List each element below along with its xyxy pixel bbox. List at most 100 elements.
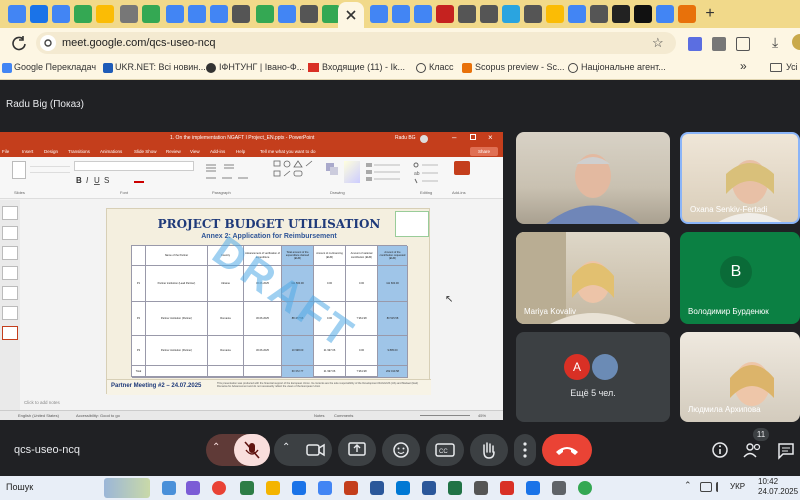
- tell-me-search[interactable]: Tell me what you want to do: [260, 149, 316, 154]
- tab-favicon-icon[interactable]: [502, 5, 520, 23]
- tab-favicon-icon[interactable]: [256, 5, 274, 23]
- tab-insert[interactable]: Insert: [22, 149, 33, 154]
- app-icon[interactable]: [186, 481, 200, 495]
- bookmark-item[interactable]: Входящие (11) - Ik...: [322, 62, 405, 72]
- minimize-icon[interactable]: –: [452, 133, 456, 142]
- slide-canvas[interactable]: PROJECT BUDGET UTILISATION Annex 2: Appl…: [106, 208, 431, 395]
- task-view-icon[interactable]: [162, 481, 176, 495]
- tab-design[interactable]: Design: [44, 149, 58, 154]
- app-icon[interactable]: [500, 481, 514, 495]
- other-bookmarks[interactable]: Усі: [786, 62, 798, 72]
- bookmark-item[interactable]: Національне агент...: [581, 62, 666, 72]
- maximize-icon[interactable]: [470, 134, 476, 140]
- camera-toggle-button[interactable]: [298, 434, 332, 466]
- editing-find-replace-select[interactable]: ab: [412, 161, 442, 185]
- slide-thumbnail[interactable]: [2, 266, 18, 280]
- new-tab-icon[interactable]: +: [700, 4, 720, 24]
- add-ins-icon[interactable]: [454, 161, 470, 175]
- file-explorer-icon[interactable]: [266, 481, 280, 495]
- close-tab-icon[interactable]: [338, 2, 364, 28]
- tab-favicon-icon[interactable]: [300, 5, 318, 23]
- tab-favicon-icon[interactable]: [656, 5, 674, 23]
- chrome-icon[interactable]: [212, 481, 226, 495]
- quick-styles-icon[interactable]: [344, 161, 360, 183]
- slide-thumbnail[interactable]: [2, 206, 18, 220]
- people-button[interactable]: [742, 440, 764, 460]
- tab-favicon-icon[interactable]: [166, 5, 184, 23]
- slide-thumbnail[interactable]: [2, 306, 18, 320]
- shared-screen[interactable]: 1. On the implementation NGAFT I Project…: [0, 132, 503, 420]
- shape-format-options[interactable]: [364, 161, 404, 185]
- network-icon[interactable]: [700, 482, 712, 492]
- app-icon[interactable]: [578, 481, 592, 495]
- comments-toggle[interactable]: Comments: [334, 413, 353, 418]
- app-icon[interactable]: [240, 481, 254, 495]
- slide-layout-options[interactable]: [30, 161, 70, 187]
- zoom-slider[interactable]: [420, 415, 470, 416]
- tab-review[interactable]: Review: [166, 149, 181, 154]
- more-participants-tile[interactable]: A Ещё 5 чел.: [516, 332, 670, 422]
- extension-icon[interactable]: [688, 37, 702, 51]
- tab-favicon-icon[interactable]: [458, 5, 476, 23]
- keyboard-language[interactable]: УКР: [730, 482, 745, 491]
- tab-view[interactable]: View: [190, 149, 200, 154]
- tab-favicon-icon[interactable]: [120, 5, 138, 23]
- reactions-button[interactable]: [382, 434, 420, 466]
- app-icon[interactable]: [552, 481, 566, 495]
- word-icon[interactable]: [422, 481, 436, 495]
- tab-favicon-icon[interactable]: [480, 5, 498, 23]
- extension-icon[interactable]: [712, 37, 726, 51]
- clock-time[interactable]: 10:42: [758, 477, 778, 486]
- paragraph-buttons[interactable]: [204, 161, 268, 185]
- tab-add-ins[interactable]: Add-ins: [210, 149, 225, 154]
- tab-favicon-icon[interactable]: [370, 5, 388, 23]
- tab-favicon-icon[interactable]: [634, 5, 652, 23]
- bookmark-item[interactable]: UKR.NET: Всі новин...: [115, 62, 206, 72]
- excel-icon[interactable]: [448, 481, 462, 495]
- shapes-gallery[interactable]: [272, 159, 320, 189]
- tab-favicon-icon[interactable]: [546, 5, 564, 23]
- tab-favicon-icon[interactable]: [436, 5, 454, 23]
- slide-thumbnails-pane[interactable]: [0, 200, 20, 410]
- mic-toggle-button[interactable]: [234, 434, 270, 466]
- extensions-puzzle-icon[interactable]: [736, 37, 750, 51]
- tab-help[interactable]: Help: [236, 149, 245, 154]
- slide-thumbnail-active[interactable]: [2, 326, 18, 340]
- bookmark-item[interactable]: ІФНТУНГ | Івано-Ф...: [219, 62, 304, 72]
- tab-favicon-icon[interactable]: [142, 5, 160, 23]
- bookmark-item[interactable]: Scopus preview - Sc...: [475, 62, 565, 72]
- participant-tile[interactable]: Людмила Архипова: [680, 332, 800, 422]
- mic-options-chevron-icon[interactable]: ⌃: [212, 442, 220, 453]
- tab-favicon-icon[interactable]: [74, 5, 92, 23]
- tab-favicon-icon[interactable]: [524, 5, 542, 23]
- tab-favicon-icon[interactable]: [612, 5, 630, 23]
- bookmark-star-icon[interactable]: ☆: [652, 35, 664, 51]
- tab-favicon-icon[interactable]: [414, 5, 432, 23]
- site-info-icon[interactable]: [40, 35, 56, 51]
- active-tab[interactable]: [338, 2, 364, 28]
- app-icon[interactable]: [370, 481, 384, 495]
- tab-favicon-icon[interactable]: [52, 5, 70, 23]
- tab-favicon-icon[interactable]: [8, 5, 26, 23]
- tab-favicon-icon[interactable]: [568, 5, 586, 23]
- tab-favicon-icon[interactable]: [30, 5, 48, 23]
- tab-favicon-icon[interactable]: [590, 5, 608, 23]
- leave-call-button[interactable]: [542, 434, 592, 466]
- tab-file[interactable]: File: [2, 149, 9, 154]
- tab-favicon-icon[interactable]: [678, 5, 696, 23]
- reload-icon[interactable]: [10, 34, 28, 52]
- tab-favicon-icon[interactable]: [392, 5, 410, 23]
- volume-icon[interactable]: [716, 482, 726, 492]
- tab-slide-show[interactable]: Slide Show: [134, 149, 157, 154]
- zoom-level[interactable]: 45%: [478, 413, 486, 418]
- new-slide-icon[interactable]: [12, 161, 26, 179]
- tab-favicon-icon[interactable]: [188, 5, 206, 23]
- captions-button[interactable]: CC: [426, 434, 464, 466]
- font-format-buttons[interactable]: BIUS: [74, 175, 194, 185]
- present-button[interactable]: [338, 434, 376, 466]
- slide-thumbnail[interactable]: [2, 286, 18, 300]
- powerpoint-icon[interactable]: [344, 481, 358, 495]
- tab-transitions[interactable]: Transitions: [68, 149, 90, 154]
- app-icon[interactable]: [526, 481, 540, 495]
- participant-tile[interactable]: В Володимир Бурденюк: [680, 232, 800, 324]
